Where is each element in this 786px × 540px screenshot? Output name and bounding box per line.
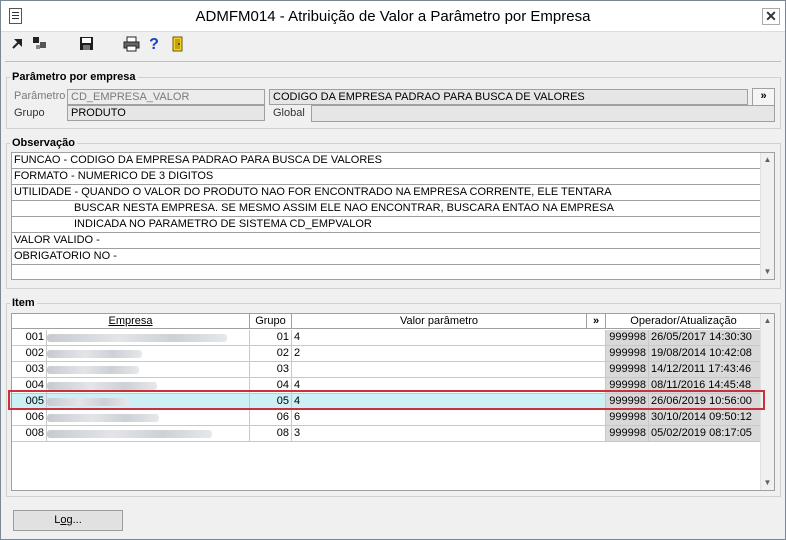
table-row[interactable]: 006 06 6 999998 30/10/2014 09:50:12 xyxy=(12,410,762,426)
table-row[interactable]: 002 02 2 999998 19/08/2014 10:42:08 xyxy=(12,346,762,362)
scroll-down-icon[interactable]: ▼ xyxy=(761,476,774,490)
observacao-line: FORMATO - NUMERICO DE 3 DIGITOS xyxy=(12,169,762,185)
data-cell: 26/05/2017 14:30:30 xyxy=(649,330,762,346)
arrow-icon[interactable] xyxy=(9,36,27,54)
observacao-legend: Observação xyxy=(12,137,75,149)
grupo-cell: 03 xyxy=(250,362,292,378)
empresa-code: 008 xyxy=(12,426,47,442)
valor-cell: 3 xyxy=(292,426,606,442)
grupo-cell: 08 xyxy=(250,426,292,442)
data-cell: 14/12/2011 17:43:46 xyxy=(649,362,762,378)
log-button[interactable]: Log... xyxy=(13,510,123,531)
parametro-field[interactable]: CD_EMPRESA_VALOR xyxy=(67,89,265,105)
grupo-cell: 02 xyxy=(250,346,292,362)
toolbar-separator xyxy=(5,61,781,62)
table-row[interactable]: 008 08 3 999998 05/02/2019 08:17:05 xyxy=(12,426,762,442)
empresa-name-redacted xyxy=(47,426,250,442)
grupo-field[interactable]: PRODUTO xyxy=(67,105,265,121)
valor-cell: 4 xyxy=(292,330,606,346)
arrange-icon[interactable] xyxy=(31,36,49,54)
empresa-name-redacted xyxy=(47,362,250,378)
table-row[interactable]: 003 03 999998 14/12/2011 17:43:46 xyxy=(12,362,762,378)
expand-description-button[interactable]: » xyxy=(752,88,775,106)
empresa-name-redacted xyxy=(47,346,250,362)
toolbar: ? xyxy=(1,33,785,57)
observacao-line: UTILIDADE - QUANDO O VALOR DO PRODUTO NA… xyxy=(12,185,762,201)
selected-row-highlight xyxy=(8,390,765,410)
operador-cell: 999998 xyxy=(606,330,649,346)
observacao-line: VALOR VALIDO - xyxy=(12,233,762,249)
empresa-code: 002 xyxy=(12,346,47,362)
column-header-grupo[interactable]: Grupo xyxy=(250,314,292,329)
valor-cell: 6 xyxy=(292,410,606,426)
observacao-textarea[interactable]: FUNCAO - CODIGO DA EMPRESA PADRAO PARA B… xyxy=(11,152,775,280)
valor-cell xyxy=(292,362,606,378)
column-header-valor[interactable]: Valor parâmetro xyxy=(292,314,587,329)
save-icon[interactable] xyxy=(77,36,95,54)
observacao-line: FUNCAO - CODIGO DA EMPRESA PADRAO PARA B… xyxy=(12,153,762,169)
print-icon[interactable] xyxy=(122,36,140,54)
observacao-scrollbar[interactable]: ▲ ▼ xyxy=(760,153,774,279)
column-header-operador[interactable]: Operador/Atualização xyxy=(606,314,762,329)
observacao-line: INDICADA NO PARAMETRO DE SISTEMA CD_EMPV… xyxy=(12,217,762,233)
parametro-legend: Parâmetro por empresa xyxy=(12,71,136,83)
grupo-cell: 06 xyxy=(250,410,292,426)
global-label: Global xyxy=(273,107,305,119)
scroll-down-icon[interactable]: ▼ xyxy=(761,265,774,279)
title-bar: ADMFM014 - Atribuição de Valor a Parâmet… xyxy=(1,1,785,32)
empresa-code: 003 xyxy=(12,362,47,378)
operador-cell: 999998 xyxy=(606,410,649,426)
observacao-line: OBRIGATORIO NO - xyxy=(12,249,762,265)
operador-cell: 999998 xyxy=(606,362,649,378)
window-title: ADMFM014 - Atribuição de Valor a Parâmet… xyxy=(195,8,591,25)
empresa-code: 001 xyxy=(12,330,47,346)
empresa-name-redacted xyxy=(47,410,250,426)
grupo-label: Grupo xyxy=(14,107,45,119)
window: ADMFM014 - Atribuição de Valor a Parâmet… xyxy=(0,0,786,540)
data-cell: 19/08/2014 10:42:08 xyxy=(649,346,762,362)
parametro-label: Parâmetro xyxy=(14,90,66,102)
empresa-code: 006 xyxy=(12,410,47,426)
empresa-name-redacted xyxy=(47,330,250,346)
column-header-empresa-label: Empresa xyxy=(108,315,153,327)
operador-cell: 999998 xyxy=(606,426,649,442)
valor-cell: 2 xyxy=(292,346,606,362)
column-header-empresa[interactable]: Empresa xyxy=(12,314,250,329)
close-button[interactable]: ✕ xyxy=(762,8,780,25)
global-field[interactable] xyxy=(311,105,775,122)
scroll-up-icon[interactable]: ▲ xyxy=(761,153,774,167)
table-row[interactable]: 001 01 4 999998 26/05/2017 14:30:30 xyxy=(12,330,762,346)
item-legend: Item xyxy=(12,297,35,309)
data-cell: 05/02/2019 08:17:05 xyxy=(649,426,762,442)
data-cell: 30/10/2014 09:50:12 xyxy=(649,410,762,426)
observacao-line: BUSCAR NESTA EMPRESA. SE MESMO ASSIM ELE… xyxy=(12,201,762,217)
operador-cell: 999998 xyxy=(606,346,649,362)
help-icon[interactable]: ? xyxy=(145,36,163,54)
parametro-description-field[interactable]: CODIGO DA EMPRESA PADRAO PARA BUSCA DE V… xyxy=(269,89,748,105)
scroll-up-icon[interactable]: ▲ xyxy=(761,314,774,328)
exit-icon[interactable] xyxy=(169,36,187,54)
grupo-cell: 01 xyxy=(250,330,292,346)
log-label-suffix: g... xyxy=(66,514,82,526)
column-more-button[interactable]: » xyxy=(587,314,606,329)
